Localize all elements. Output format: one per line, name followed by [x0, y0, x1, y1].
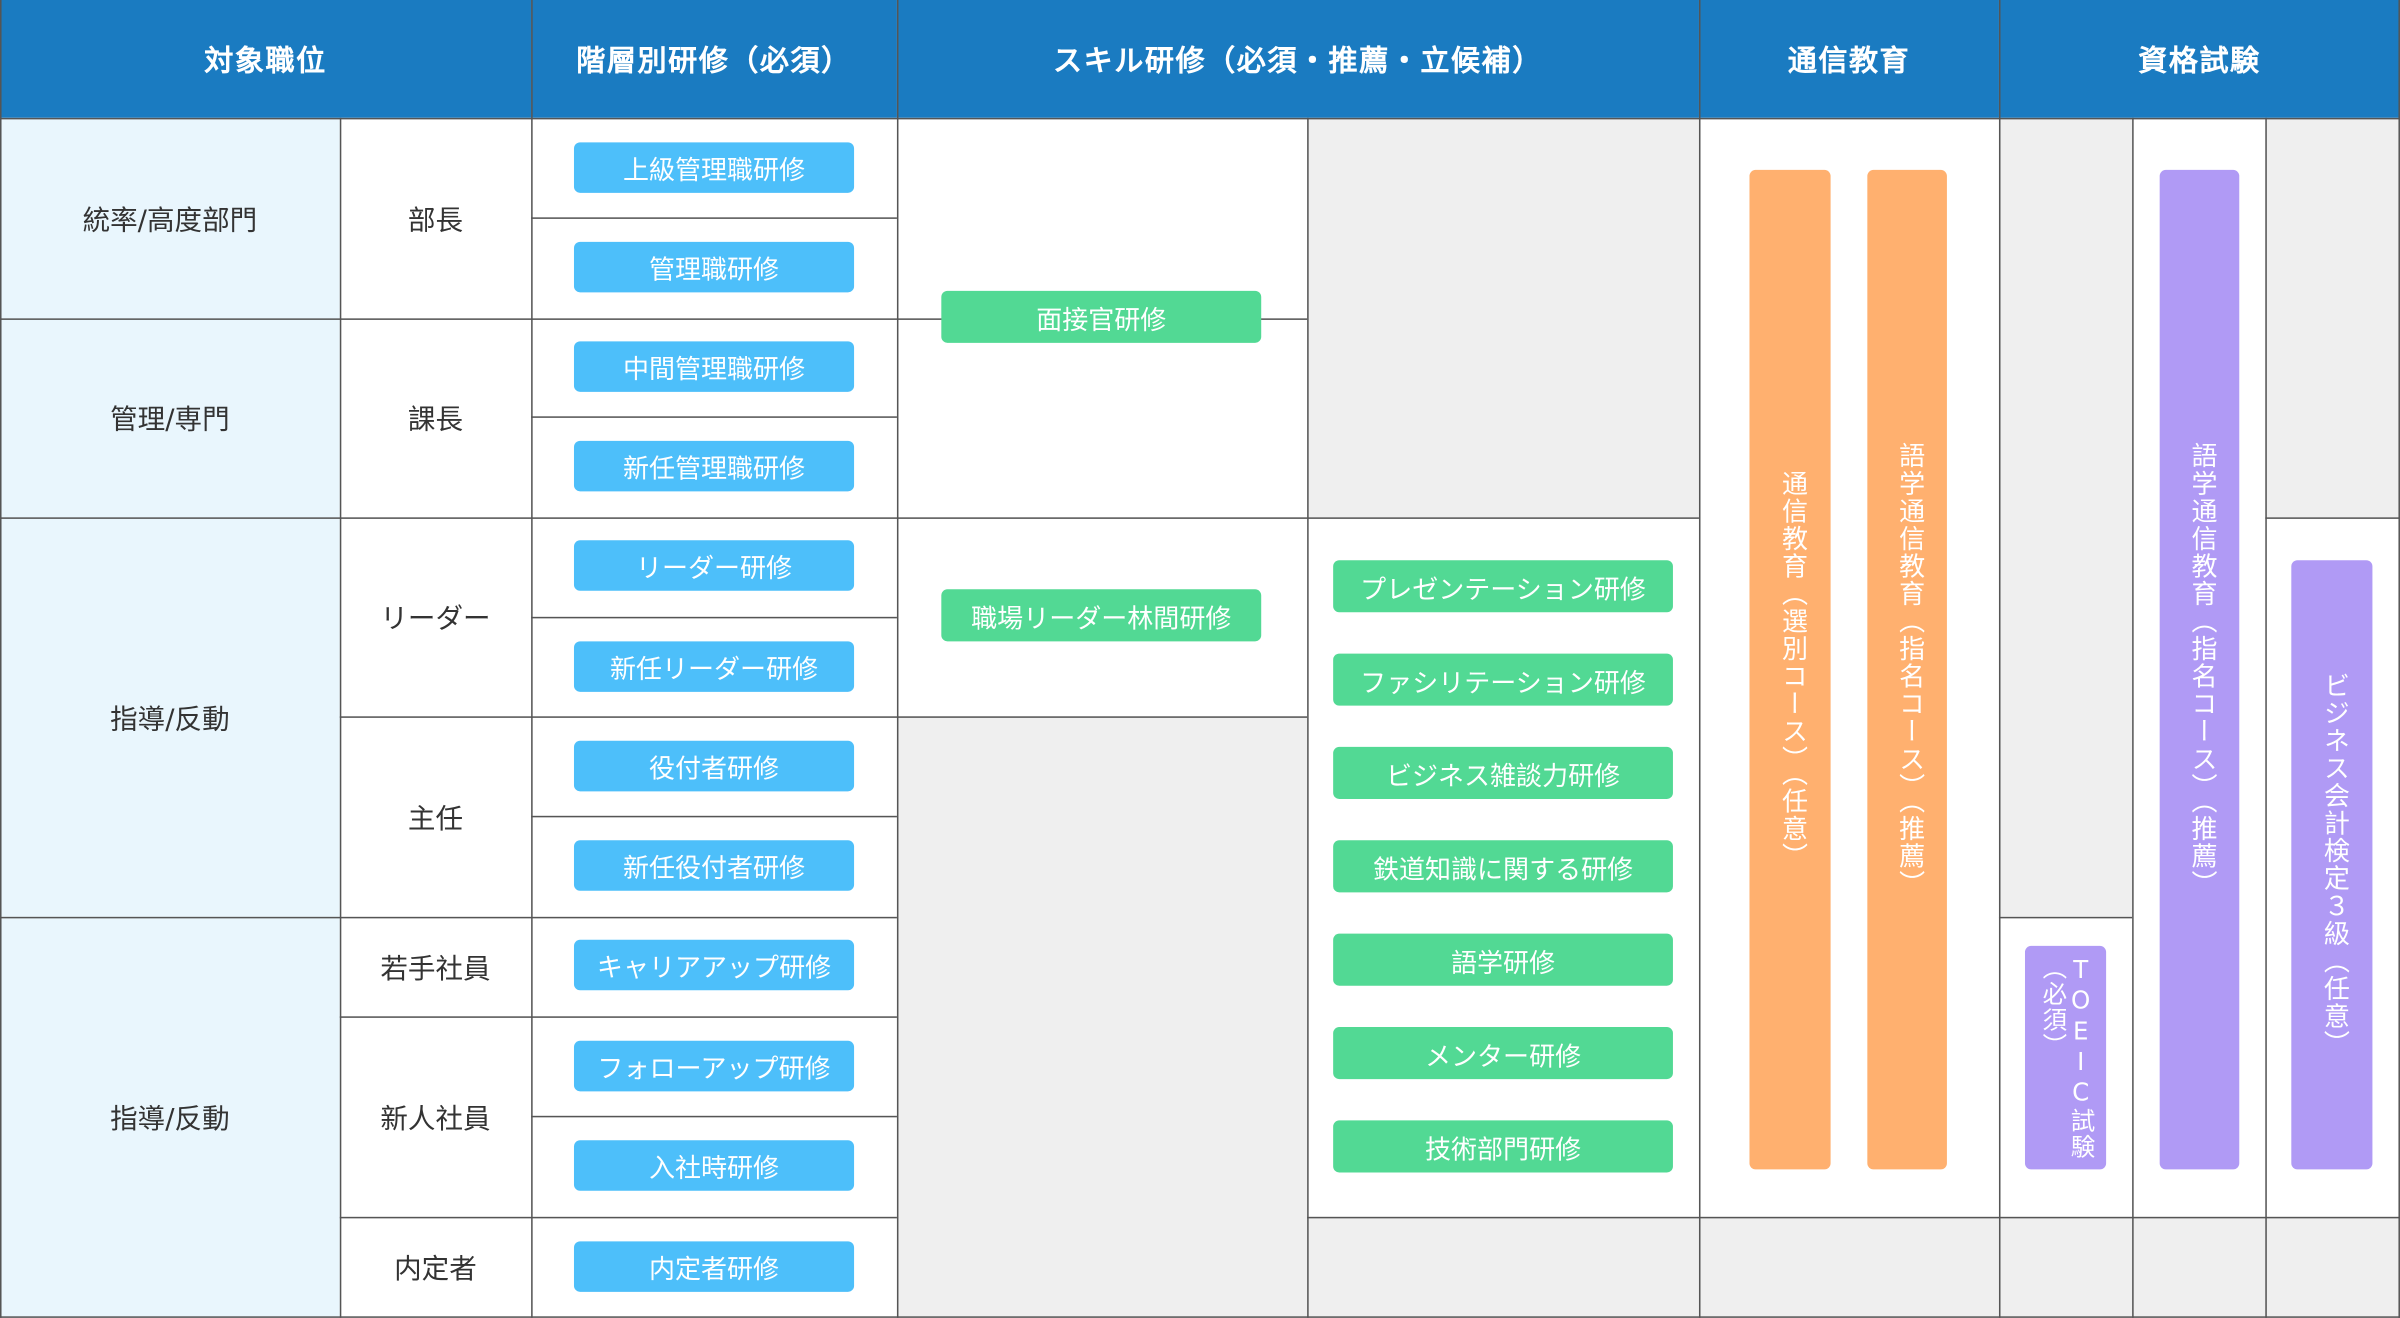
correspondence-area — [1698, 117, 1999, 1217]
tier-pill-5: リーダー研修 — [573, 540, 855, 591]
correspondence-bar-language: 語学通信教育（指名コース）（推薦） — [1867, 169, 1947, 1170]
skill-a-empty — [896, 716, 1308, 1318]
role-cell-shunin: 主任 — [339, 716, 532, 917]
role-cell-naitei: 内定者 — [339, 1216, 532, 1318]
qual-empty-bottom — [1998, 1216, 2400, 1318]
skill-pill-leader-camp: 職場リーダー林間研修 — [941, 589, 1262, 642]
grid-line-h-9 — [339, 1216, 897, 1219]
tier-pill-8: 新任役付者研修 — [573, 840, 855, 891]
grid-line-h-3 — [1307, 517, 1699, 520]
header-correspondence: 通信教育 — [1698, 0, 1999, 118]
qualification-bar-toeic: TOEIC試験 （必須） — [2024, 945, 2107, 1170]
tier-pill-1: 上級管理職研修 — [573, 142, 855, 193]
skill-b-empty-bottom — [1307, 1216, 1699, 1318]
skill-pill-railway: 鉄道知識に関する研修 — [1333, 840, 1673, 893]
qual-3-empty — [2265, 117, 2400, 518]
header-qualification: 資格試験 — [1998, 0, 2400, 118]
tier-pill-11: 入社時研修 — [573, 1140, 855, 1191]
tier-pill-9: キャリアアップ研修 — [573, 939, 855, 991]
correspondence-bar-language-label: 語学通信教育（指名コース）（推薦） — [1892, 441, 1924, 898]
role-cell-kacho: 課長 — [339, 318, 532, 518]
grid-line-h-10 — [1307, 1216, 2400, 1219]
tier-pill-6: 新任リーダー研修 — [573, 641, 855, 692]
tier-pill-7: 役付者研修 — [573, 740, 855, 792]
grid-line-h-14 — [531, 815, 897, 818]
qualification-bar-language: 語学通信教育（指名コース）（推薦） — [2159, 169, 2240, 1170]
qualification-bar-toeic-label: TOEIC試験 （必須） — [2037, 955, 2096, 1161]
header-tier-training: 階層別研修（必須） — [531, 0, 897, 118]
grid-line-h-2 — [0, 517, 1308, 520]
grid-line-h-0 — [0, 117, 2400, 120]
grid-line-v-2 — [531, 0, 534, 1318]
header-skill-training: スキル研修（必須・推薦・立候補） — [896, 0, 1699, 118]
group-cell-2: 管理/専門 — [0, 318, 340, 518]
grid-line-v-5 — [1698, 0, 1701, 1318]
skill-pill-technical: 技術部門研修 — [1333, 1120, 1673, 1173]
correspondence-empty — [1698, 1216, 1999, 1318]
group-cell-1: 統率/高度部門 — [0, 117, 340, 319]
grid-line-h-15 — [531, 1115, 897, 1118]
tier-pill-4: 新任管理職研修 — [573, 440, 855, 492]
qualification-bar-accounting: ビジネス会計検定３級（任意） — [2291, 560, 2373, 1170]
grid-line-v-6 — [1998, 0, 2001, 1318]
role-cell-leader: リーダー — [339, 517, 532, 717]
grid-line-h-11 — [531, 217, 897, 220]
qual-1-empty — [1998, 117, 2133, 917]
correspondence-bar-selected-label: 通信教育（選別コース）（任意） — [1775, 469, 1807, 870]
skill-pill-presentation: プレゼンテーション研修 — [1333, 560, 1673, 613]
grid-line-h-7 — [1998, 916, 2133, 919]
grid-line-h-4 — [2265, 517, 2400, 520]
group-cell-3: 指導/反動 — [0, 517, 340, 917]
qualification-bar-language-label: 語学通信教育（指名コース）（推薦） — [2185, 441, 2216, 898]
qualification-bar-accounting-label: ビジネス会計検定３級（任意） — [2317, 671, 2349, 1058]
tier-pill-3: 中間管理職研修 — [573, 341, 855, 392]
skill-pill-interviewer: 面接官研修 — [941, 290, 1262, 343]
grid-line-v-1 — [339, 117, 342, 1318]
skill-b-empty-top — [1307, 117, 1699, 518]
tier-pill-10: フォローアップ研修 — [573, 1040, 855, 1092]
grid-line-h-6 — [0, 916, 897, 919]
header-position: 対象職位 — [0, 0, 532, 118]
training-system-diagram: 対象職位 階層別研修（必須） スキル研修（必須・推薦・立候補） 通信教育 資格試… — [0, 0, 2400, 1318]
skill-pill-language: 語学研修 — [1333, 933, 1673, 986]
grid-line-v-3 — [896, 0, 899, 1318]
grid-line-h-8 — [339, 1016, 897, 1019]
correspondence-bar-selected: 通信教育（選別コース）（任意） — [1749, 169, 1831, 1170]
grid-line-v-4 — [1307, 117, 1310, 1318]
role-cell-bucho: 部長 — [339, 117, 532, 319]
tier-pill-2: 管理職研修 — [573, 241, 855, 293]
grid-line-v-7 — [2132, 117, 2135, 1318]
tier-pill-12: 内定者研修 — [573, 1241, 855, 1292]
group-cell-4: 指導/反動 — [0, 916, 340, 1318]
grid-line-h-5 — [339, 716, 1308, 719]
grid-line-h-12 — [531, 416, 897, 419]
grid-line-v-0 — [0, 0, 2, 1318]
skill-pill-facilitation: ファシリテーション研修 — [1333, 653, 1673, 706]
role-cell-new: 新人社員 — [339, 1016, 532, 1217]
grid-line-h-13 — [531, 616, 897, 619]
skill-pill-small-talk: ビジネス雑談力研修 — [1333, 746, 1673, 799]
skill-pill-mentor: メンター研修 — [1333, 1027, 1673, 1080]
role-cell-young: 若手社員 — [339, 916, 532, 1017]
grid-line-v-8 — [2265, 117, 2268, 1318]
